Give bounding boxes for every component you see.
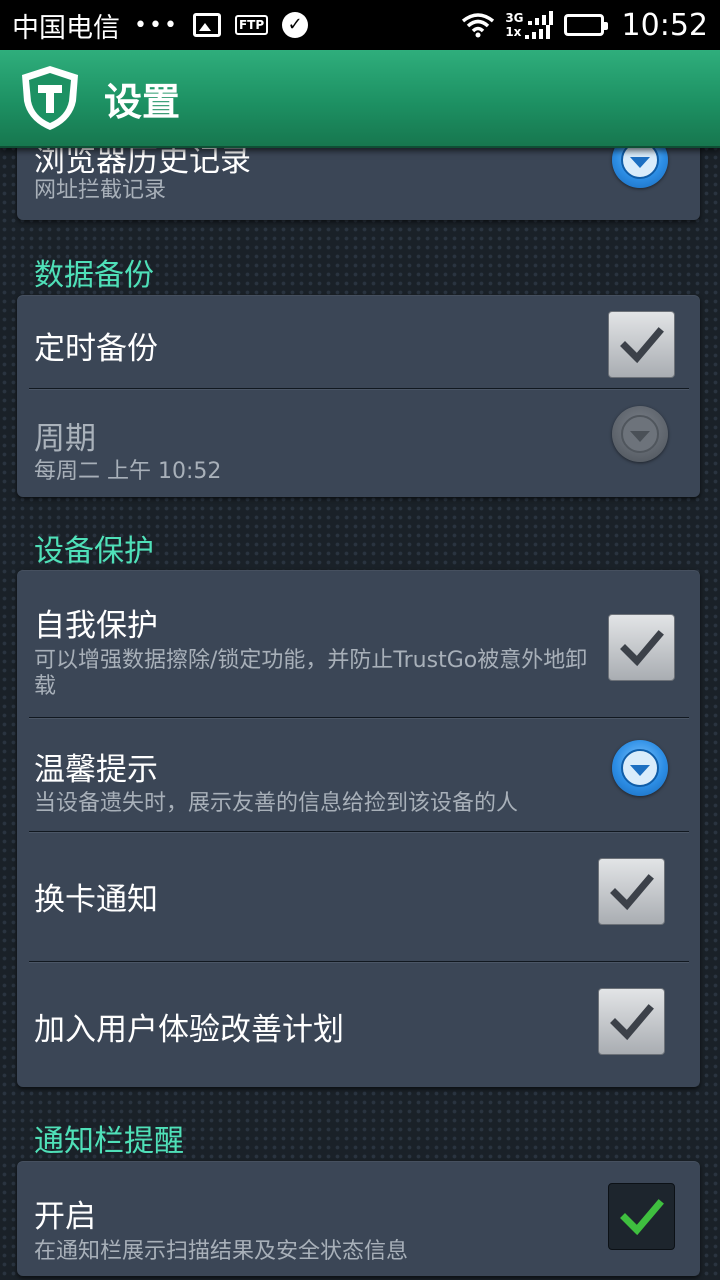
battery-icon xyxy=(563,14,608,36)
divider xyxy=(29,717,689,719)
notification-bar-card: 开启 在通知栏展示扫描结果及安全状态信息 xyxy=(17,1161,700,1276)
notification-enable-subtitle: 在通知栏展示扫描结果及安全状态信息 xyxy=(34,1239,409,1264)
ux-program-title: 加入用户体验改善计划 xyxy=(34,1012,344,1048)
checkmark-icon xyxy=(619,629,664,666)
divider xyxy=(29,388,689,390)
scheduled-backup-title: 定时备份 xyxy=(34,331,158,367)
warm-reminder-dropdown[interactable] xyxy=(612,740,668,796)
period-subtitle: 每周二 上午 10:52 xyxy=(34,459,222,484)
data-backup-card: 定时备份 周期 每周二 上午 10:52 xyxy=(17,295,700,497)
checkmark-icon xyxy=(619,1198,664,1235)
network-type-1x: 1x xyxy=(505,25,522,39)
self-protection-row[interactable]: 自我保护 可以增强数据擦除/锁定功能，并防止TrustGo被意外地卸载 xyxy=(17,570,700,718)
trustgo-shield-icon[interactable] xyxy=(18,63,82,133)
page-title: 设置 xyxy=(104,79,181,124)
status-bar: 中国电信 ••• FTP ✓ 3G 1x 10:52 xyxy=(0,0,720,50)
checkmark-icon xyxy=(619,326,664,363)
period-dropdown[interactable] xyxy=(612,406,668,462)
chevron-down-icon xyxy=(621,415,659,453)
more-dots-icon: ••• xyxy=(134,12,179,38)
browser-history-title: 浏览器历史记录 xyxy=(34,148,251,179)
browser-history-row[interactable]: 浏览器历史记录 网址拦截记录 xyxy=(17,148,700,220)
browser-history-card: 浏览器历史记录 网址拦截记录 xyxy=(17,148,700,220)
signal-icon: 3G 1x xyxy=(505,11,553,39)
divider xyxy=(29,961,689,963)
section-header-device-protection: 设备保护 xyxy=(34,534,154,569)
sim-change-row[interactable]: 换卡通知 xyxy=(17,834,700,962)
sim-change-checkbox[interactable] xyxy=(598,858,665,925)
divider xyxy=(29,831,689,833)
checkmark-icon xyxy=(609,873,654,910)
self-protection-checkbox[interactable] xyxy=(608,614,675,681)
period-title: 周期 xyxy=(34,421,96,457)
browser-history-subtitle: 网址拦截记录 xyxy=(34,178,167,203)
notification-enable-title: 开启 xyxy=(34,1199,96,1235)
period-row[interactable]: 周期 每周二 上午 10:52 xyxy=(17,391,700,497)
notification-enable-row[interactable]: 开启 在通知栏展示扫描结果及安全状态信息 xyxy=(17,1161,700,1276)
warm-reminder-title: 温馨提示 xyxy=(34,752,158,788)
self-protection-subtitle: 可以增强数据擦除/锁定功能，并防止TrustGo被意外地卸载 xyxy=(34,648,588,699)
network-type-3g: 3G xyxy=(505,11,524,25)
ux-program-row[interactable]: 加入用户体验改善计划 xyxy=(17,964,700,1087)
device-protection-card: 自我保护 可以增强数据擦除/锁定功能，并防止TrustGo被意外地卸载 温馨提示… xyxy=(17,570,700,1087)
warm-reminder-row[interactable]: 温馨提示 当设备遗失时，展示友善的信息给捡到该设备的人 xyxy=(17,720,700,832)
ux-program-checkbox[interactable] xyxy=(598,988,665,1055)
ftp-icon: FTP xyxy=(234,15,269,35)
carrier-name: 中国电信 xyxy=(12,12,120,44)
warm-reminder-subtitle: 当设备遗失时，展示友善的信息给捡到该设备的人 xyxy=(34,791,519,816)
section-header-notification-bar: 通知栏提醒 xyxy=(34,1124,184,1159)
sim-change-title: 换卡通知 xyxy=(34,882,158,918)
chevron-down-icon xyxy=(621,749,659,787)
clock: 10:52 xyxy=(621,7,708,43)
notification-enable-checkbox[interactable] xyxy=(608,1183,675,1250)
scheduled-backup-checkbox[interactable] xyxy=(608,311,675,378)
settings-list[interactable]: 浏览器历史记录 网址拦截记录 数据备份 定时备份 周期 每周二 上午 10:52… xyxy=(0,148,720,1280)
section-header-data-backup: 数据备份 xyxy=(34,258,154,293)
checkmark-icon xyxy=(609,1003,654,1040)
wifi-icon xyxy=(461,12,495,38)
check-circle-icon: ✓ xyxy=(282,12,309,38)
image-icon xyxy=(192,13,221,37)
browser-history-dropdown[interactable] xyxy=(612,148,668,188)
app-bar: 设置 xyxy=(0,50,720,148)
self-protection-title: 自我保护 xyxy=(34,608,158,644)
chevron-down-icon xyxy=(621,148,659,179)
scheduled-backup-row[interactable]: 定时备份 xyxy=(17,295,700,389)
